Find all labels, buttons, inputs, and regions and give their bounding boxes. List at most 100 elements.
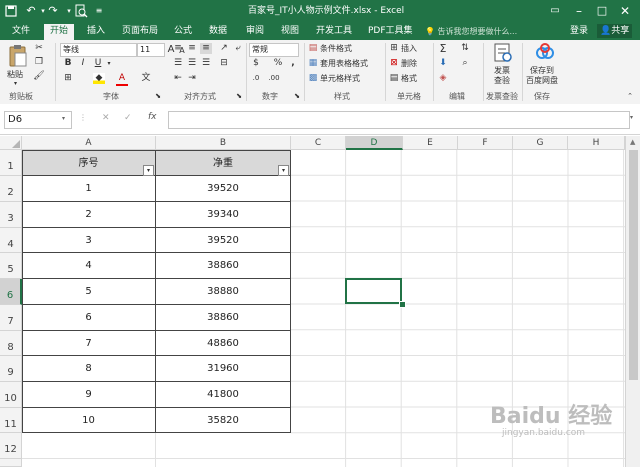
- table-cell-weight[interactable]: 39520: [156, 176, 291, 202]
- table-cell-weight[interactable]: 39520: [156, 228, 291, 253]
- fill-color-icon[interactable]: ◆: [93, 73, 105, 84]
- increase-indent-icon[interactable]: ⇥: [186, 73, 198, 84]
- font-size-select[interactable]: 11: [137, 43, 165, 57]
- number-format-select[interactable]: 常规: [249, 43, 299, 57]
- table-cell-weight[interactable]: 38880: [156, 279, 291, 305]
- invoice-check-button[interactable]: 发票 查验: [488, 43, 518, 87]
- table-cell-seq[interactable]: 6: [22, 305, 156, 331]
- tab-insert[interactable]: 插入: [87, 22, 105, 40]
- active-cell-d6[interactable]: [345, 278, 402, 304]
- conditional-format-button[interactable]: ▤ 条件格式: [307, 43, 377, 55]
- confirm-entry-button[interactable]: ✓: [124, 113, 132, 123]
- row-header-5[interactable]: 5: [0, 253, 22, 279]
- column-header-g[interactable]: G: [513, 136, 568, 150]
- table-cell-seq[interactable]: 3: [22, 228, 156, 253]
- column-header-d[interactable]: D: [346, 136, 403, 150]
- column-header-f[interactable]: F: [458, 136, 513, 150]
- table-cell-seq[interactable]: 2: [22, 202, 156, 228]
- table-header-weight[interactable]: 净重 ▾: [156, 150, 291, 176]
- format-cells-button[interactable]: ▤ 格式: [388, 73, 430, 85]
- align-left-icon[interactable]: ☰: [172, 58, 184, 69]
- row-header-4[interactable]: 4: [0, 228, 22, 253]
- vertical-scrollbar[interactable]: ▲: [625, 136, 640, 467]
- cut-icon[interactable]: ✂: [33, 43, 45, 54]
- italic-button[interactable]: I: [77, 58, 89, 69]
- fill-handle[interactable]: [399, 301, 406, 308]
- login-link[interactable]: 登录: [570, 22, 588, 40]
- underline-dropdown-icon[interactable]: ▾: [103, 58, 115, 69]
- table-cell-weight[interactable]: 41800: [156, 382, 291, 408]
- wrap-text-icon[interactable]: ⤶: [232, 43, 244, 54]
- tab-file[interactable]: 文件: [12, 22, 30, 40]
- align-bottom-icon[interactable]: ≡: [200, 43, 212, 54]
- row-header-10[interactable]: 10: [0, 382, 22, 408]
- accounting-format-icon[interactable]: $: [250, 58, 262, 69]
- minimize-button[interactable]: –: [570, 2, 588, 20]
- borders-icon[interactable]: ⊞: [62, 73, 74, 84]
- row-header-11[interactable]: 11: [0, 408, 22, 433]
- filter-dropdown-icon[interactable]: ▾: [278, 165, 289, 176]
- row-header-13[interactable]: [0, 459, 22, 467]
- align-top-icon[interactable]: ≡: [172, 43, 184, 54]
- row-header-12[interactable]: 12: [0, 433, 22, 459]
- table-cell-weight[interactable]: 31960: [156, 356, 291, 382]
- column-header-b[interactable]: B: [156, 136, 291, 150]
- insert-cells-button[interactable]: ⊞ 插入: [388, 43, 430, 55]
- scroll-up-icon[interactable]: ▲: [630, 138, 635, 146]
- column-header-a[interactable]: A: [22, 136, 156, 150]
- redo-icon[interactable]: ↷: [46, 4, 60, 18]
- increase-decimal-icon[interactable]: .0: [250, 73, 262, 84]
- customize-toolbar-icon[interactable]: ≡: [92, 4, 106, 18]
- clear-icon[interactable]: ◈: [437, 73, 449, 84]
- autosum-icon[interactable]: Σ: [437, 43, 449, 54]
- font-dialog-launcher-icon[interactable]: ⬊: [152, 91, 164, 102]
- row-header-7[interactable]: 7: [0, 305, 22, 331]
- tab-data[interactable]: 数据: [209, 22, 227, 40]
- cancel-entry-button[interactable]: ✕: [102, 113, 110, 123]
- align-right-icon[interactable]: ☰: [200, 58, 212, 69]
- table-cell-seq[interactable]: 5: [22, 279, 156, 305]
- tab-review[interactable]: 审阅: [246, 22, 264, 40]
- decrease-indent-icon[interactable]: ⇤: [172, 73, 184, 84]
- row-header-1[interactable]: 1: [0, 150, 22, 176]
- merge-center-icon[interactable]: ⊟: [218, 58, 230, 69]
- table-cell-weight[interactable]: 48860: [156, 331, 291, 356]
- orientation-icon[interactable]: ↗: [218, 43, 230, 54]
- column-header-h[interactable]: H: [568, 136, 625, 150]
- find-select-icon[interactable]: ⌕: [459, 58, 471, 69]
- save-icon[interactable]: [5, 5, 17, 17]
- row-header-8[interactable]: 8: [0, 331, 22, 356]
- sort-filter-icon[interactable]: ⇅: [459, 43, 471, 54]
- empty-cells-below-table[interactable]: [22, 433, 291, 467]
- row-header-3[interactable]: 3: [0, 202, 22, 228]
- scrollbar-thumb[interactable]: [629, 150, 638, 380]
- tab-view[interactable]: 视图: [281, 22, 299, 40]
- number-dialog-launcher-icon[interactable]: ⬊: [291, 91, 303, 102]
- percent-button[interactable]: %: [272, 58, 284, 69]
- font-name-select[interactable]: 等线: [60, 43, 137, 57]
- tab-developer[interactable]: 开发工具: [316, 22, 352, 40]
- table-cell-seq[interactable]: 8: [22, 356, 156, 382]
- row-header-6[interactable]: 6: [0, 279, 22, 305]
- table-cell-seq[interactable]: 1: [22, 176, 156, 202]
- filter-dropdown-icon[interactable]: ▾: [143, 165, 154, 176]
- align-center-icon[interactable]: ☰: [186, 58, 198, 69]
- insert-function-button[interactable]: fx: [148, 112, 157, 122]
- tab-formulas[interactable]: 公式: [174, 22, 192, 40]
- copy-icon[interactable]: ❐: [33, 57, 45, 68]
- formula-input[interactable]: [168, 111, 630, 129]
- table-cell-seq[interactable]: 9: [22, 382, 156, 408]
- row-header-2[interactable]: 2: [0, 176, 22, 202]
- cell-style-button[interactable]: ▩ 单元格样式: [307, 73, 377, 85]
- share-button[interactable]: 👤共享: [597, 24, 633, 38]
- table-format-button[interactable]: ▦ 套用表格格式: [307, 58, 385, 70]
- table-cell-weight[interactable]: 38860: [156, 305, 291, 331]
- format-painter-icon[interactable]: 🖌: [33, 71, 45, 82]
- column-header-e[interactable]: E: [403, 136, 458, 150]
- table-header-seq[interactable]: 序号 ▾: [22, 150, 156, 176]
- print-preview-icon[interactable]: [74, 4, 88, 18]
- paste-button[interactable]: 粘贴 ▾: [6, 44, 30, 88]
- alignment-dialog-launcher-icon[interactable]: ⬊: [233, 91, 245, 102]
- tab-pdf-tools[interactable]: PDF工具集: [368, 22, 413, 40]
- column-header-c[interactable]: C: [291, 136, 346, 150]
